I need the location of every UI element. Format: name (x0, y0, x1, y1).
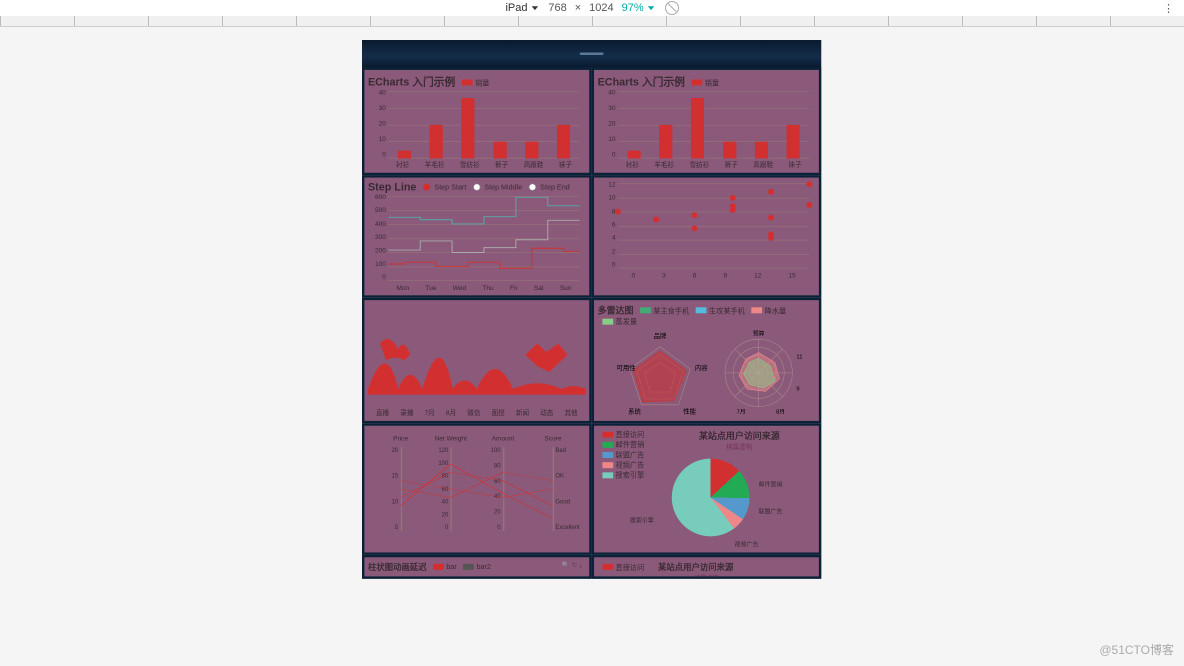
pie-chart (672, 459, 750, 537)
panel-scatter: 121086420 (592, 175, 822, 298)
legend-item[interactable]: 某主食手机 (640, 305, 689, 315)
viewport-width-input[interactable]: 768 (548, 2, 566, 14)
svg-text:7月: 7月 (737, 409, 746, 416)
radio-icon (529, 184, 536, 191)
legend-item[interactable]: 联盟广告 (602, 450, 663, 460)
legend-item[interactable]: 降水量 (751, 305, 786, 315)
panel-bar-2: ECharts 入门示例 销量 403020100 衬衫羊毛衫雪纺衫裤子高跟鞋袜… (592, 68, 822, 176)
svg-text:预算: 预算 (753, 330, 765, 338)
svg-text:系统: 系统 (628, 407, 641, 416)
svg-text:性能: 性能 (683, 407, 696, 416)
device-viewport: ECharts 入门示例 销量 403020100 衬衫羊毛衫雪纺衫裤子高跟鞋袜… (362, 40, 822, 665)
no-throttling-icon[interactable] (665, 1, 679, 15)
toolbox-save-icon[interactable]: ⤓ (579, 561, 582, 568)
svg-text:8月: 8月 (776, 409, 785, 416)
bars (388, 91, 579, 158)
pie-label: 搜索引擎 (630, 515, 654, 524)
chart-title: 多雷达图 (598, 306, 634, 316)
legend-item[interactable]: 生攻某手机 (696, 305, 745, 315)
pie-label: 视频广告 (735, 539, 759, 548)
svg-text:内容: 内容 (695, 363, 708, 372)
legend-step-middle[interactable]: Step Middle (473, 183, 522, 191)
legend-step-start[interactable]: Step Start (423, 183, 466, 191)
chart-title: ECharts 入门示例 (368, 76, 455, 88)
legend-item[interactable]: 邮件营销 (602, 439, 663, 449)
svg-text:品牌: 品牌 (654, 331, 667, 340)
pie-label: 邮件营销 (758, 480, 782, 489)
zoom-selector[interactable]: 97%▼ (622, 2, 657, 14)
legend-item[interactable]: 搜索引擎 (602, 470, 663, 480)
legend-item[interactable]: bar (433, 563, 457, 571)
legend-item[interactable]: 直接访问 (602, 562, 644, 572)
dimension-separator: × (575, 2, 581, 14)
svg-text:可用性: 可用性 (616, 363, 636, 372)
toolbox-restore-icon[interactable]: ↻ (572, 561, 578, 568)
legend-item[interactable]: 视频广告 (602, 460, 663, 470)
legend-item[interactable]: 销量 (462, 77, 490, 87)
panel-theme-river: 直播录播7月8月微信面授新闻动态其他 (362, 298, 592, 424)
chart-title: Step Line (368, 181, 416, 193)
devtools-device-toolbar: iPad▼ 768 × 1024 97%▼ ⋮ (0, 0, 1184, 17)
toolbox-zoom-icon[interactable]: 🔍 (562, 561, 570, 568)
radio-icon (473, 184, 480, 191)
watermark: @51CTO博客 (1099, 641, 1174, 658)
chart-title: ECharts 入门示例 (598, 76, 685, 88)
panel-bar-1: ECharts 入门示例 销量 403020100 衬衫羊毛衫雪纺衫裤子高跟鞋袜… (362, 68, 592, 176)
svg-text:9: 9 (796, 386, 799, 392)
chart-title: 某站点用户访问来源 (658, 562, 733, 572)
ruler (0, 16, 1184, 27)
legend-item[interactable]: bar2 (463, 563, 491, 571)
panel-pie-2: 直接访问 某站点用户访问来源 纯属虚构 (592, 555, 822, 579)
viewport-height-input[interactable]: 1024 (589, 2, 613, 14)
legend-step-end[interactable]: Step End (529, 183, 570, 191)
svg-text:11: 11 (796, 354, 802, 360)
panel-pie: 直接访问 邮件营销 联盟广告 视频广告 搜索引擎 某站点用户访问来源 纯属虚构 … (592, 423, 822, 555)
pie-label: 联盟广告 (758, 506, 782, 515)
chart-subtitle: 纯属虚构 (598, 573, 816, 579)
legend-item[interactable]: 销量 (692, 77, 720, 87)
panel-bar-anim: 柱状图动画延迟 bar bar2 🔍 ↻ ⤓ (362, 555, 592, 579)
legend-item[interactable]: 蒸发量 (602, 316, 637, 326)
legend-item[interactable]: 直接访问 (602, 429, 663, 439)
panel-radar: 多雷达图 某主食手机 生攻某手机 降水量 蒸发量 品牌 内容 性能 (592, 298, 822, 424)
panel-parallel: Price Net Weight Amount Score 2015105 12… (362, 423, 592, 555)
radio-icon (423, 184, 430, 191)
chart-title: 柱状图动画延迟 (368, 562, 427, 572)
device-selector[interactable]: iPad▼ (505, 2, 540, 14)
panel-step-line: Step Line Step Start Step Middle Step En… (362, 175, 592, 298)
more-options-icon[interactable]: ⋮ (1163, 2, 1174, 15)
app-header (362, 40, 821, 68)
